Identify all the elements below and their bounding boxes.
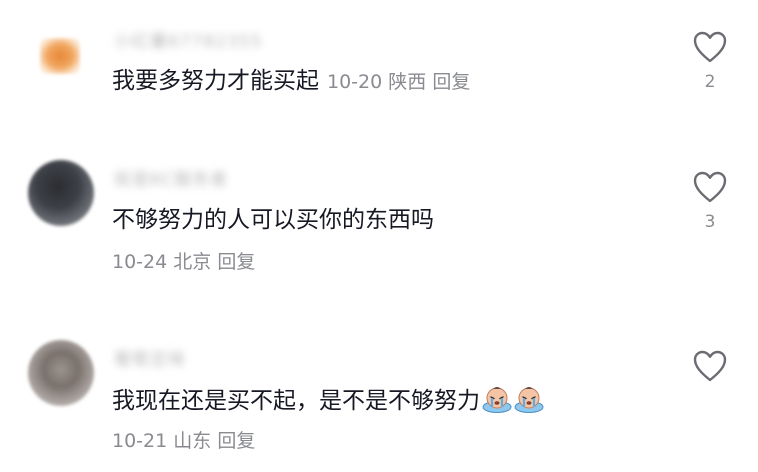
comment-location: 北京	[173, 251, 212, 273]
reply-button[interactable]: 回复	[217, 430, 255, 452]
like-button[interactable]	[690, 349, 730, 383]
heart-icon	[693, 31, 727, 63]
comment-author-name[interactable]: 葡萄豆味	[114, 345, 186, 370]
comment-body: 我现在还是买不起，是不是不够努力	[112, 385, 544, 416]
avatar[interactable]	[40, 38, 80, 74]
comment-text: 我现在还是买不起，是不是不够努力	[112, 388, 480, 414]
crying-emoji-icon	[514, 387, 544, 413]
comment-body: 我要多努力才能买起 10-20 陕西 回复	[112, 66, 470, 97]
crying-emoji-icon	[482, 387, 512, 413]
heart-icon	[693, 171, 727, 203]
reply-button[interactable]: 回复	[217, 251, 255, 273]
comment-list: 小红薯67782355 我要多努力才能买起 10-20 陕西 回复 2 就是KC服…	[0, 0, 758, 472]
like-button[interactable]: 3	[690, 170, 730, 232]
comment-text: 不够努力的人可以买你的东西吗	[112, 207, 434, 233]
comment-date: 10-21	[112, 430, 168, 452]
comment-author-name[interactable]: 就是KC服务者	[114, 165, 228, 190]
like-count: 3	[704, 212, 716, 232]
comment-meta: 10-21 山东 回复	[112, 428, 255, 454]
comment-author-name[interactable]: 小红薯67782355	[114, 27, 263, 52]
comment-date: 10-20	[327, 71, 383, 93]
comment-location: 陕西	[388, 71, 427, 93]
avatar[interactable]	[28, 340, 94, 406]
avatar[interactable]	[28, 160, 94, 226]
comment-date: 10-24	[112, 251, 168, 273]
heart-icon	[693, 350, 727, 382]
comment-text: 我要多努力才能买起	[112, 68, 319, 94]
like-count: 2	[704, 72, 716, 92]
reply-button[interactable]: 回复	[432, 71, 470, 93]
like-button[interactable]: 2	[690, 30, 730, 92]
comment-meta: 10-24 北京 回复	[112, 249, 255, 275]
comment-location: 山东	[173, 430, 212, 452]
